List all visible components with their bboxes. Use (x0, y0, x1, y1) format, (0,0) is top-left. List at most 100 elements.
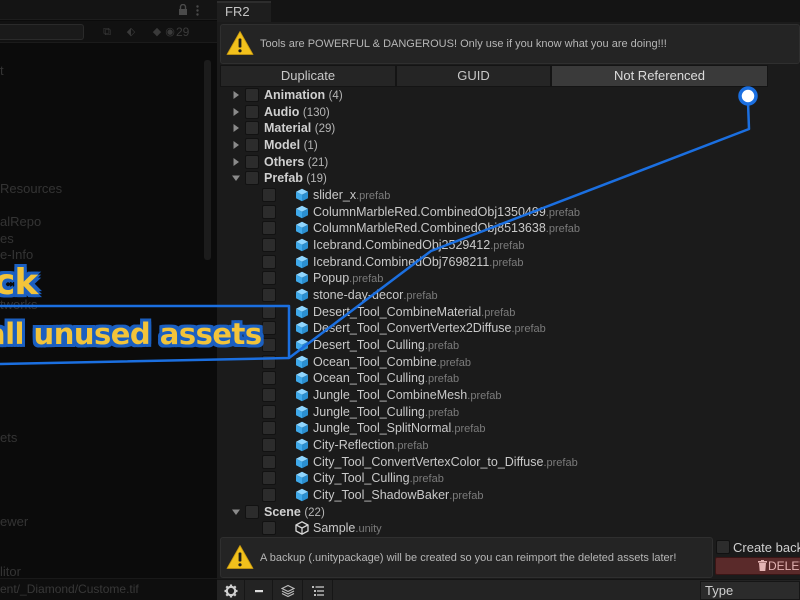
tab-not-referenced[interactable]: Not Referenced (551, 65, 768, 87)
label-icon[interactable]: ◆ (150, 25, 164, 39)
asset-row[interactable]: ColumnMarbleRed.CombinedObj1350499.prefa… (217, 204, 800, 221)
caret-right-icon[interactable] (231, 157, 241, 167)
lock-icon[interactable] (178, 4, 188, 15)
gear-icon (224, 584, 237, 597)
asset-row[interactable]: Jungle_Tool_CombineMesh.prefab (217, 387, 800, 404)
asset-checkbox[interactable] (262, 404, 276, 419)
group-by-button[interactable] (273, 580, 303, 600)
asset-row[interactable]: ColumnMarbleRed.CombinedObj8513638.prefa… (217, 220, 800, 237)
asset-row[interactable]: Jungle_Tool_SplitNormal.prefab (217, 420, 800, 437)
delete-button[interactable]: DELETE (715, 557, 800, 575)
caret-down-icon[interactable] (231, 173, 241, 183)
asset-checkbox[interactable] (262, 438, 276, 453)
caret-right-icon[interactable] (231, 107, 241, 117)
asset-checkbox[interactable] (262, 421, 276, 436)
asset-row[interactable]: Icebrand.CombinedObj7698211.prefab (217, 254, 800, 271)
prefab-cube-icon (296, 488, 308, 502)
tab-duplicate[interactable]: Duplicate (220, 65, 396, 87)
caret-right-icon[interactable] (231, 123, 241, 133)
asset-row[interactable]: City_Tool_ShadowBaker.prefab (217, 487, 800, 504)
remove-button[interactable] (245, 580, 273, 600)
category-checkbox[interactable] (245, 104, 259, 119)
caret-down-icon[interactable] (231, 507, 241, 517)
category-checkbox[interactable] (245, 154, 259, 169)
category-row[interactable]: Scene (22) (217, 504, 800, 521)
asset-checkbox[interactable] (262, 521, 276, 536)
asset-checkbox[interactable] (262, 354, 276, 369)
category-name-text: Material (264, 121, 312, 136)
tab-guid[interactable]: GUID (396, 65, 551, 87)
asset-row[interactable]: Popup.prefab (217, 270, 800, 287)
asset-checkbox[interactable] (262, 204, 276, 219)
backup-info-box: A backup (.unitypackage) will be created… (220, 537, 713, 578)
caret-right-icon[interactable] (231, 90, 241, 100)
asset-checkbox[interactable] (262, 454, 276, 469)
category-checkbox[interactable] (245, 88, 259, 102)
category-row[interactable]: Material (29) (217, 120, 800, 137)
create-backup-checkbox[interactable] (716, 540, 730, 554)
asset-row[interactable]: stone-day-decor.prefab (217, 287, 800, 304)
asset-name: Jungle_Tool_SplitNormal.prefab (313, 420, 486, 437)
category-count: (22) (304, 506, 325, 519)
asset-checkbox[interactable] (262, 304, 276, 319)
asset-checkbox[interactable] (262, 271, 276, 286)
create-backup-label: Create backup (733, 540, 800, 555)
filter-icon[interactable]: ⬖ (124, 25, 138, 39)
asset-name-text: Sample (313, 521, 356, 536)
search-by-type-icon[interactable]: ⧉ (100, 25, 114, 39)
eye-icon[interactable]: ◉ (164, 25, 176, 39)
category-row[interactable]: Animation (4) (217, 87, 800, 104)
category-checkbox[interactable] (245, 504, 259, 519)
asset-checkbox[interactable] (262, 338, 276, 353)
category-checkbox[interactable] (245, 138, 259, 152)
asset-checkbox[interactable] (262, 471, 276, 486)
asset-checkbox[interactable] (262, 221, 276, 236)
asset-row[interactable]: Desert_Tool_CombineMaterial.prefab (217, 304, 800, 321)
list-view-button[interactable] (303, 580, 333, 600)
caret-right-icon[interactable] (231, 140, 241, 150)
asset-row[interactable]: Icebrand.CombinedObj2529412.prefab (217, 237, 800, 254)
asset-row[interactable]: City_Tool_Culling.prefab (217, 470, 800, 487)
category-count: (130) (302, 106, 330, 119)
asset-checkbox[interactable] (262, 488, 276, 503)
category-checkbox[interactable] (245, 171, 259, 186)
asset-checkbox[interactable] (262, 188, 276, 203)
asset-extension: .prefab (451, 423, 486, 436)
asset-row[interactable]: City-Reflection.prefab (217, 437, 800, 454)
settings-button[interactable] (217, 580, 245, 600)
asset-row[interactable]: City_Tool_ConvertVertexColor_to_Diffuse.… (217, 454, 800, 471)
mode-tabs: Duplicate GUID Not Referenced (220, 65, 768, 87)
asset-checkbox[interactable] (262, 288, 276, 303)
asset-checkbox[interactable] (262, 321, 276, 336)
tab-fr2[interactable]: FR2 (217, 1, 271, 22)
asset-name: ColumnMarbleRed.CombinedObj8513638.prefa… (313, 220, 580, 237)
search-input[interactable] (0, 24, 84, 40)
asset-row[interactable]: Ocean_Tool_Culling.prefab (217, 370, 800, 387)
type-dropdown[interactable]: Type (700, 581, 800, 600)
asset-extension: .prefab (543, 456, 578, 469)
category-row[interactable]: Others (21) (217, 154, 800, 171)
left-text-2: Resources (0, 181, 63, 196)
left-text-9: litor (0, 564, 21, 579)
selected-asset-path: ent/_Diamond/Custome.tif (0, 582, 139, 596)
asset-row[interactable]: slider_x.prefab (217, 187, 800, 204)
left-scrollbar[interactable] (204, 60, 211, 260)
asset-row[interactable]: Desert_Tool_ConvertVertex2Diffuse.prefab (217, 320, 800, 337)
asset-row[interactable]: Desert_Tool_Culling.prefab (217, 337, 800, 354)
category-row[interactable]: Prefab (19) (217, 170, 800, 187)
asset-row[interactable]: Jungle_Tool_Culling.prefab (217, 404, 800, 421)
category-row[interactable]: Model (1) (217, 137, 800, 154)
kebab-menu-icon[interactable] (196, 5, 199, 16)
asset-checkbox[interactable] (262, 371, 276, 386)
asset-extension: .prefab (511, 323, 546, 336)
category-label: Prefab (19) (264, 170, 327, 187)
asset-checkbox[interactable] (262, 388, 276, 403)
asset-row[interactable]: Ocean_Tool_Combine.prefab (217, 354, 800, 371)
asset-checkbox[interactable] (262, 238, 276, 253)
asset-extension: .prefab (490, 240, 525, 253)
asset-extension: .prefab (403, 290, 438, 303)
category-checkbox[interactable] (245, 121, 259, 136)
asset-row[interactable]: Sample.unity (217, 520, 800, 537)
category-row[interactable]: Audio (130) (217, 104, 800, 121)
asset-checkbox[interactable] (262, 254, 276, 269)
